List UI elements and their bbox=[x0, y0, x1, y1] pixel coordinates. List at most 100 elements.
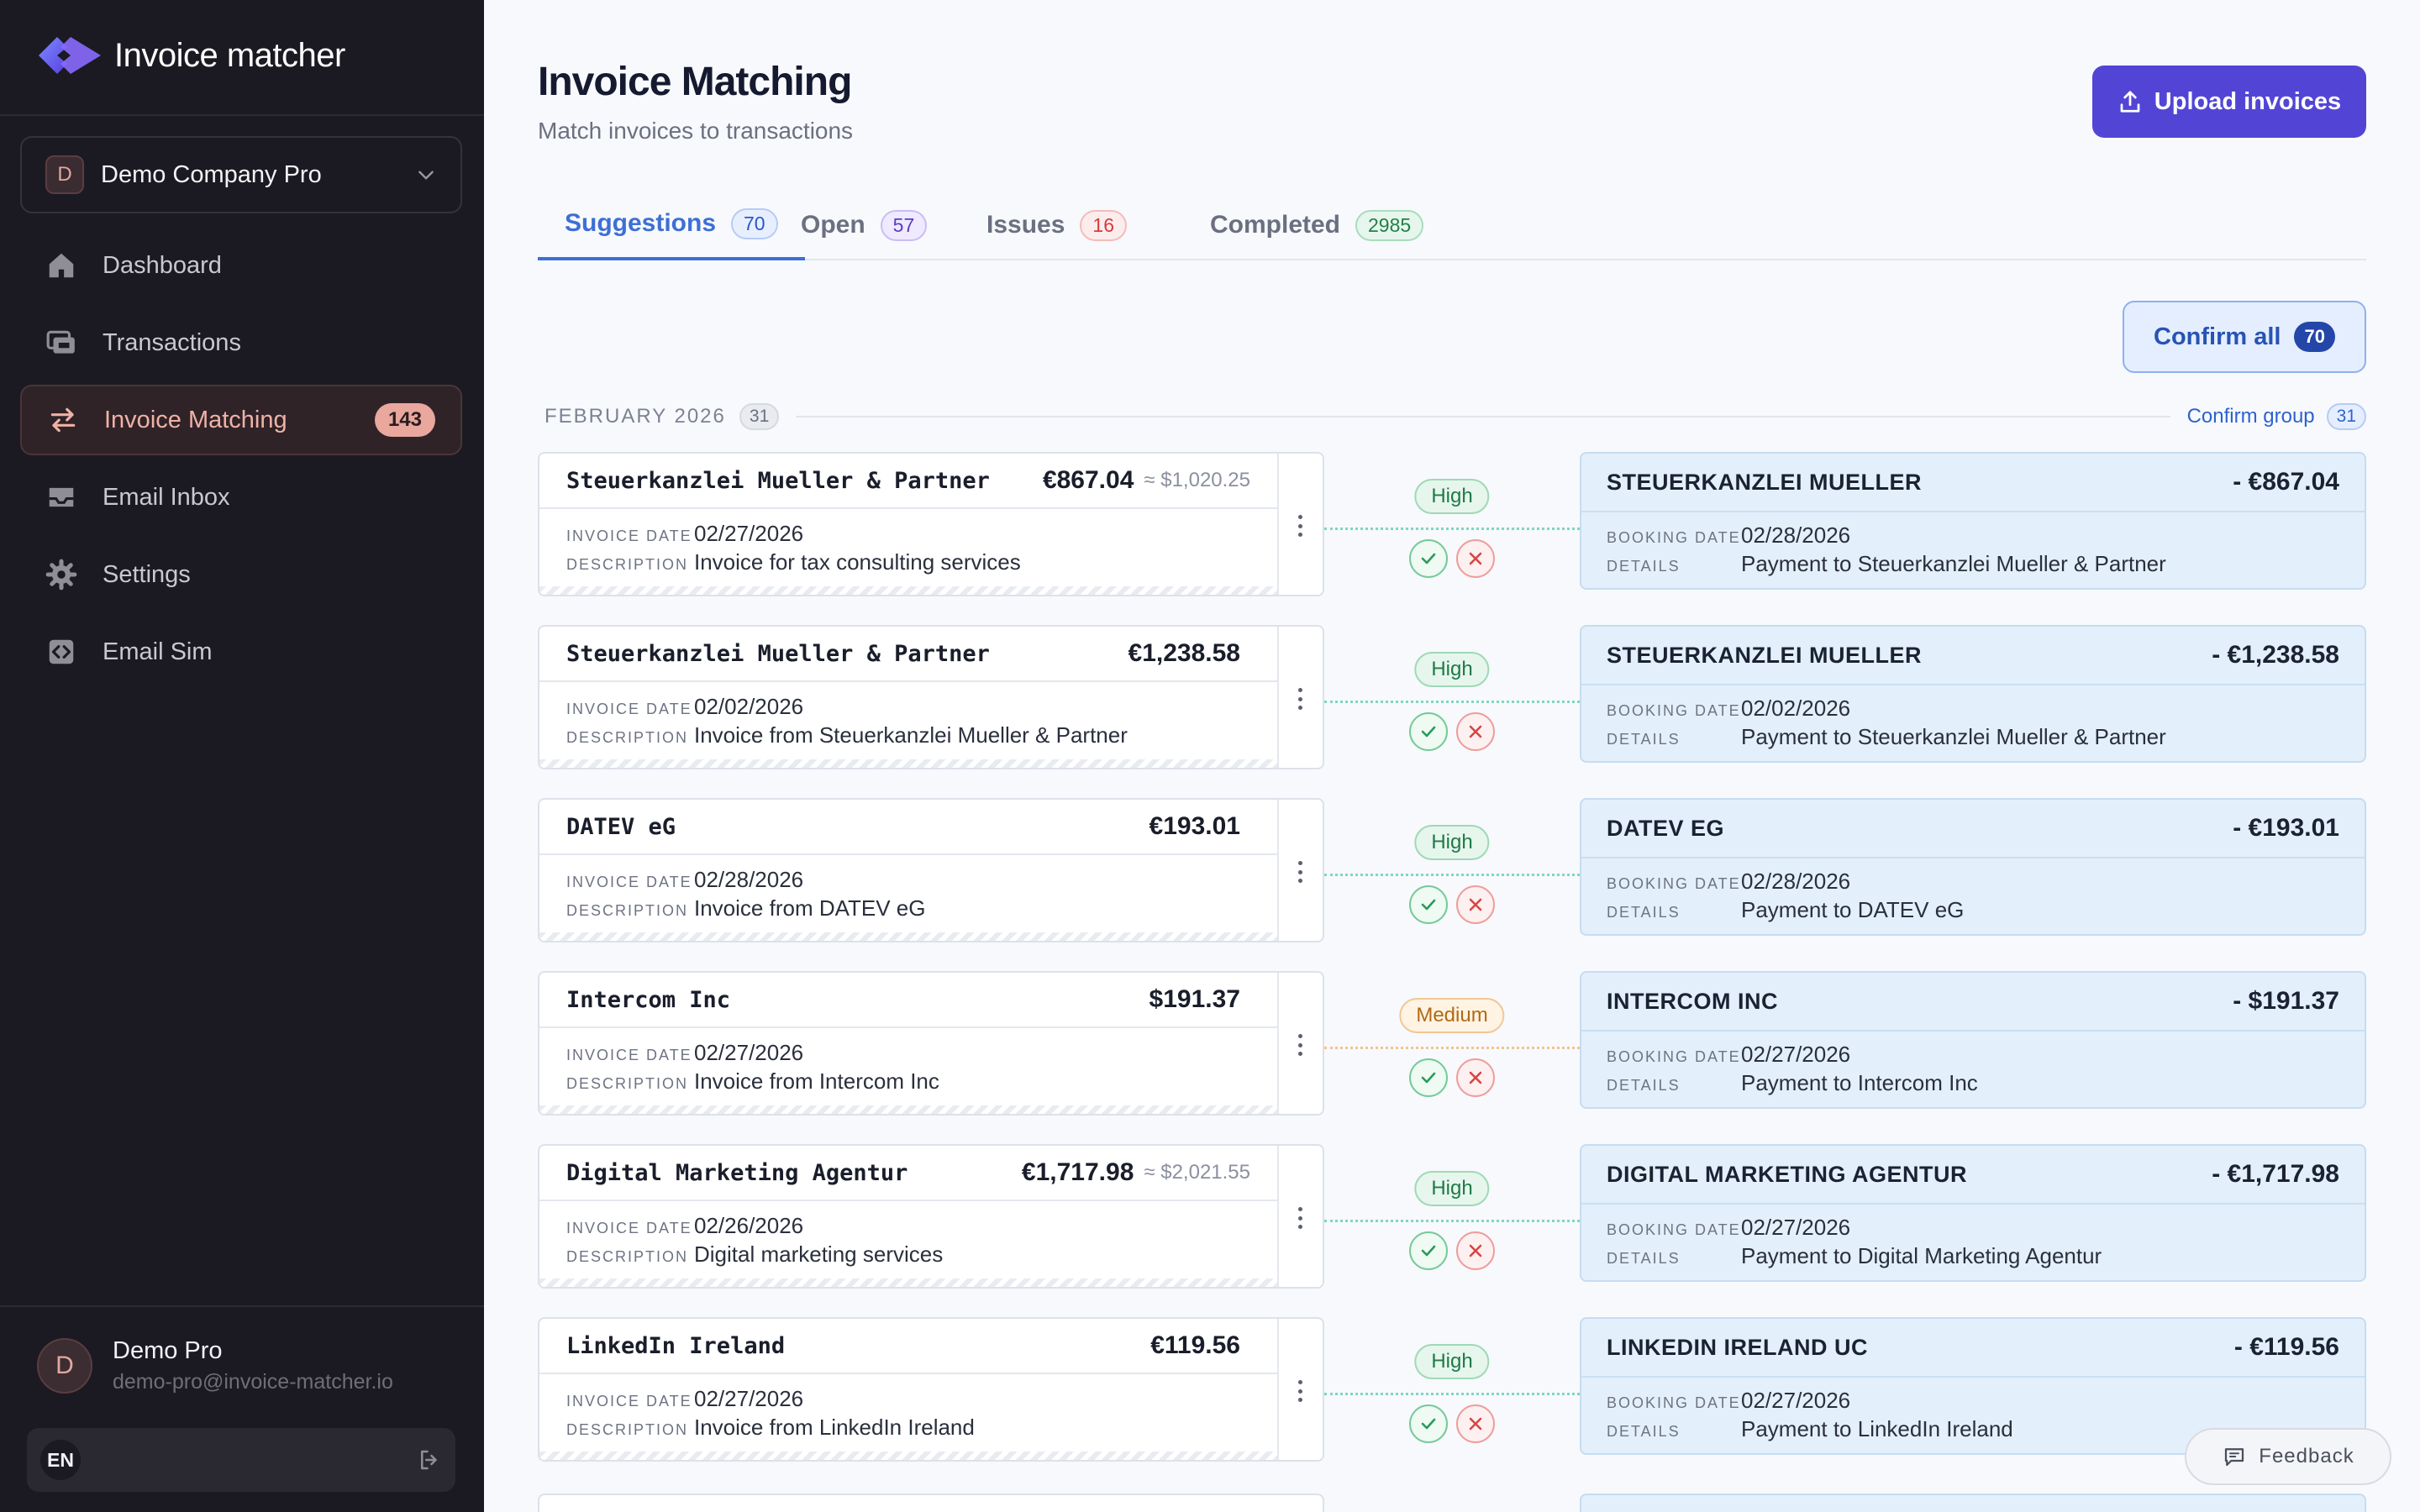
confidence-badge: High bbox=[1414, 652, 1490, 687]
tab-completed[interactable]: Completed 2985 bbox=[1210, 190, 1424, 260]
transaction-amount: - €193.01 bbox=[2233, 814, 2339, 842]
receipt-edge bbox=[539, 1452, 1277, 1460]
invoice-description: Invoice from LinkedIn Ireland bbox=[694, 1415, 975, 1440]
sidebar-item-email-inbox[interactable]: Email Inbox bbox=[20, 462, 462, 533]
logo-icon bbox=[39, 37, 101, 74]
reject-match-button[interactable] bbox=[1456, 885, 1495, 924]
check-icon bbox=[1421, 1072, 1436, 1084]
accept-match-button[interactable] bbox=[1409, 1058, 1448, 1097]
receipt-edge bbox=[539, 759, 1277, 768]
confirm-all-button[interactable]: Confirm all 70 bbox=[2123, 301, 2366, 373]
match-row: DATEV eG €193.01 INVOICE DATE 02/28/2026 … bbox=[538, 798, 2366, 942]
reject-match-button[interactable] bbox=[1456, 1231, 1495, 1270]
invoice-card[interactable]: Steuerkanzlei Mueller & Partner €867.04 … bbox=[538, 452, 1324, 596]
booking-date: 02/27/2026 bbox=[1741, 1215, 1851, 1240]
page-subtitle: Match invoices to transactions bbox=[538, 118, 854, 144]
sidebar-item-transactions[interactable]: Transactions bbox=[20, 307, 462, 378]
sidebar-item-dashboard[interactable]: Dashboard bbox=[20, 230, 462, 301]
reject-match-button[interactable] bbox=[1456, 1404, 1495, 1443]
logout-icon[interactable] bbox=[417, 1447, 442, 1473]
invoice-date-label: INVOICE DATE bbox=[566, 1220, 692, 1236]
transaction-card[interactable]: DIGITAL MARKETING AGENTUR - €1,717.98 BO… bbox=[1580, 1144, 2366, 1282]
invoice-card[interactable]: DATEV eG €193.01 INVOICE DATE 02/28/2026 … bbox=[538, 798, 1324, 942]
invoice-card[interactable]: Digital Marketing Agentur €1,717.98 ≈ $2… bbox=[538, 1144, 1324, 1289]
confirm-all-count: 70 bbox=[2294, 322, 2335, 352]
invoice-vendor: DATEV eG bbox=[566, 813, 676, 840]
close-icon bbox=[1469, 1244, 1482, 1257]
accept-match-button[interactable] bbox=[1409, 1231, 1448, 1270]
user-profile[interactable]: D Demo Pro demo-pro@invoice-matcher.io bbox=[37, 1337, 393, 1394]
accept-match-button[interactable] bbox=[1409, 1404, 1448, 1443]
confidence-badge: Medium bbox=[1399, 998, 1505, 1033]
accept-match-button[interactable] bbox=[1409, 712, 1448, 751]
company-switcher[interactable]: D Demo Company Pro bbox=[20, 136, 462, 213]
reject-match-button[interactable] bbox=[1456, 1058, 1495, 1097]
tab-suggestions[interactable]: Suggestions 70 bbox=[538, 190, 805, 260]
language-bar: EN bbox=[27, 1428, 455, 1492]
transaction-card[interactable]: DATEV EG - €193.01 BOOKING DATE 02/28/202… bbox=[1580, 798, 2366, 936]
tab-issues[interactable]: Issues 16 bbox=[986, 190, 1127, 260]
booking-date-label: BOOKING DATE bbox=[1607, 875, 1741, 892]
invoice-menu-button[interactable] bbox=[1277, 627, 1323, 768]
transaction-amount: - €1,238.58 bbox=[2212, 641, 2339, 669]
check-icon bbox=[1421, 726, 1436, 738]
transaction-card[interactable]: STEUERKANZLEI MUELLER - €1,238.58 BOOKIN… bbox=[1580, 625, 2366, 763]
transaction-card[interactable]: STEUERKANZLEI MUELLER - €867.04 BOOKING … bbox=[1580, 452, 2366, 590]
sidebar-item-label: Settings bbox=[103, 560, 191, 588]
invoice-menu-button[interactable] bbox=[1277, 1146, 1323, 1287]
invoice-card[interactable]: Intercom Inc $191.37 INVOICE DATE 02/27/2… bbox=[538, 971, 1324, 1116]
invoice-description: Invoice from Steuerkanzlei Mueller & Par… bbox=[694, 722, 1128, 748]
sidebar-item-settings[interactable]: Settings bbox=[20, 539, 462, 610]
close-icon bbox=[1469, 552, 1482, 565]
transaction-name: INTERCOM INC bbox=[1607, 988, 1778, 1014]
invoice-menu-button[interactable] bbox=[1277, 454, 1323, 595]
invoice-date: 02/02/2026 bbox=[694, 694, 804, 719]
code-icon bbox=[49, 639, 74, 664]
more-vertical-icon bbox=[1298, 515, 1303, 537]
inbox-icon bbox=[49, 487, 74, 507]
accept-match-button[interactable] bbox=[1409, 885, 1448, 924]
booking-date-label: BOOKING DATE bbox=[1607, 529, 1741, 546]
invoice-amount: €867.04 bbox=[1042, 466, 1134, 494]
invoice-menu-button[interactable] bbox=[1277, 800, 1323, 941]
close-icon bbox=[1469, 725, 1482, 738]
avatar: D bbox=[37, 1338, 92, 1394]
transaction-details: Payment to Intercom Inc bbox=[1741, 1070, 1978, 1095]
language-switcher[interactable]: EN bbox=[40, 1440, 81, 1480]
reject-match-button[interactable] bbox=[1456, 712, 1495, 751]
confirm-group-button[interactable]: Confirm group bbox=[2187, 405, 2315, 428]
match-connector: High bbox=[1324, 452, 1580, 596]
home-icon bbox=[49, 253, 74, 278]
invoice-menu-button[interactable] bbox=[1277, 973, 1323, 1114]
check-icon bbox=[1421, 1418, 1436, 1430]
booking-date-label: BOOKING DATE bbox=[1607, 1221, 1741, 1238]
accept-match-button[interactable] bbox=[1409, 539, 1448, 578]
invoice-date: 02/28/2026 bbox=[694, 867, 804, 892]
sidebar-item-invoice-matching[interactable]: Invoice Matching 143 bbox=[20, 385, 462, 455]
reject-match-button[interactable] bbox=[1456, 539, 1495, 578]
transaction-details: Payment to Digital Marketing Agentur bbox=[1741, 1243, 2102, 1268]
invoice-card[interactable]: Steuerkanzlei Mueller & Partner €1,238.5… bbox=[538, 625, 1324, 769]
app-name: Invoice matcher bbox=[114, 36, 345, 74]
tab-open[interactable]: Open 57 bbox=[801, 190, 928, 260]
transaction-details: Payment to Steuerkanzlei Mueller & Partn… bbox=[1741, 724, 2166, 749]
transaction-card[interactable]: INTERCOM INC - $191.37 BOOKING DATE 02/27… bbox=[1580, 971, 2366, 1109]
match-connector: High bbox=[1324, 798, 1580, 942]
chat-bubble-icon bbox=[2225, 1448, 2244, 1467]
upload-invoices-label: Upload invoices bbox=[2154, 87, 2342, 115]
brand[interactable]: Invoice matcher bbox=[37, 32, 345, 79]
invoice-card[interactable]: LinkedIn Ireland €119.56 INVOICE DATE 02/… bbox=[538, 1317, 1324, 1462]
tab-label: Completed bbox=[1210, 211, 1341, 239]
transaction-name: LINKEDIN IRELAND UC bbox=[1607, 1334, 1868, 1360]
match-connector: High bbox=[1324, 1144, 1580, 1289]
description-label: DESCRIPTION bbox=[566, 1248, 689, 1265]
check-icon bbox=[1421, 899, 1436, 911]
sidebar-item-label: Email Inbox bbox=[103, 483, 230, 511]
upload-invoices-button[interactable]: Upload invoices bbox=[2092, 66, 2366, 138]
feedback-button[interactable]: Feedback bbox=[2185, 1428, 2391, 1485]
nav-count-badge: 143 bbox=[374, 403, 435, 437]
feedback-label: Feedback bbox=[2259, 1445, 2354, 1467]
main-content: Invoice Matching Match invoices to trans… bbox=[484, 0, 2420, 1512]
sidebar-item-email-sim[interactable]: Email Sim bbox=[20, 617, 462, 687]
invoice-menu-button[interactable] bbox=[1277, 1319, 1323, 1460]
